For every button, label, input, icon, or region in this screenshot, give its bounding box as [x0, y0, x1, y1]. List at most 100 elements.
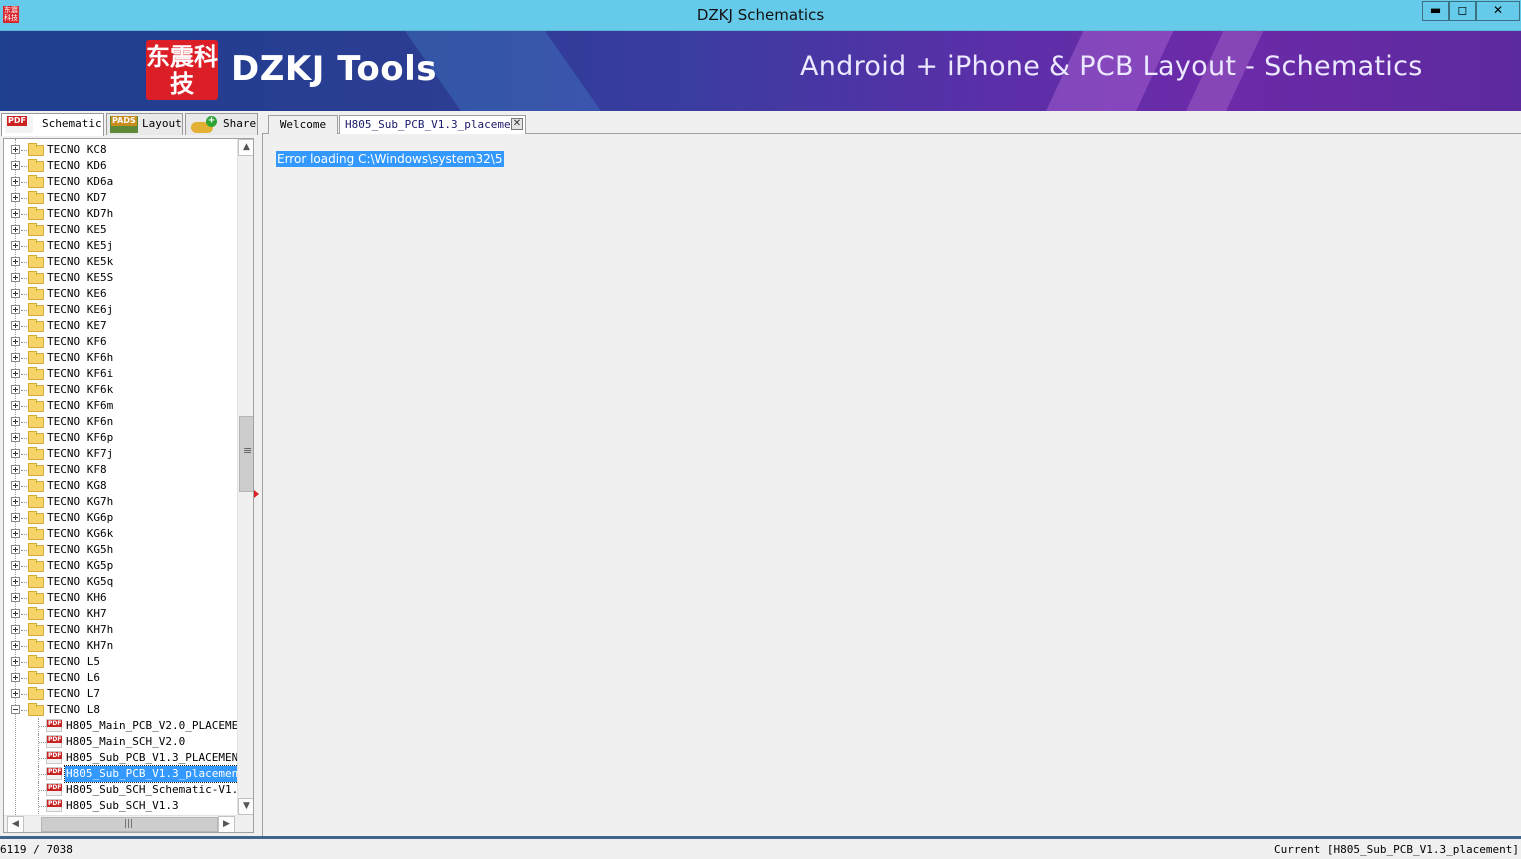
tree-folder-item[interactable]: TECNO KG8: [4, 478, 237, 494]
horizontal-scroll-thumb[interactable]: [41, 817, 218, 832]
tree-folder-item-expanded[interactable]: TECNO L8: [4, 702, 237, 718]
expand-plus-icon[interactable]: [11, 657, 20, 666]
expand-plus-icon[interactable]: [11, 513, 20, 522]
tree-file-item[interactable]: H805_Sub_PCB_V1.3_placement: [4, 765, 237, 783]
tree-folder-item[interactable]: TECNO L7: [4, 686, 237, 702]
tree-folder-item[interactable]: TECNO KE5: [4, 222, 237, 238]
tab-current-document[interactable]: H805_Sub_PCB_V1.3_placement ✕: [339, 115, 526, 135]
expand-plus-icon[interactable]: [11, 337, 20, 346]
expand-plus-icon[interactable]: [11, 577, 20, 586]
tree-folder-item[interactable]: TECNO KF6n: [4, 414, 237, 430]
tree-folder-item[interactable]: TECNO KE6: [4, 286, 237, 302]
tab-share[interactable]: + Share: [185, 113, 258, 135]
expand-plus-icon[interactable]: [11, 673, 20, 682]
tree-folder-item[interactable]: TECNO KG5q: [4, 574, 237, 590]
expand-plus-icon[interactable]: [11, 161, 20, 170]
tree-folder-item[interactable]: TECNO KD7: [4, 190, 237, 206]
expand-plus-icon[interactable]: [11, 625, 20, 634]
tree-folder-item[interactable]: TECNO KG5p: [4, 558, 237, 574]
expand-plus-icon[interactable]: [11, 193, 20, 202]
expand-plus-icon[interactable]: [11, 225, 20, 234]
expand-plus-icon[interactable]: [11, 449, 20, 458]
tree-folder-item[interactable]: TECNO KG6k: [4, 526, 237, 542]
expand-plus-icon[interactable]: [11, 369, 20, 378]
tree-folder-item[interactable]: TECNO KF6h: [4, 350, 237, 366]
tree-folder-item[interactable]: TECNO KD7h: [4, 206, 237, 222]
expand-plus-icon[interactable]: [11, 385, 20, 394]
expand-plus-icon[interactable]: [11, 561, 20, 570]
expand-plus-icon[interactable]: [11, 257, 20, 266]
expand-plus-icon[interactable]: [11, 481, 20, 490]
expand-plus-icon[interactable]: [11, 465, 20, 474]
scroll-left-button[interactable]: ◀: [7, 816, 24, 832]
expand-plus-icon[interactable]: [11, 177, 20, 186]
close-button[interactable]: ✕: [1476, 1, 1520, 21]
tree-folder-item[interactable]: TECNO KH7h: [4, 622, 237, 638]
tree-folder-item[interactable]: TECNO KF6p: [4, 430, 237, 446]
tree-folder-item[interactable]: TECNO KF6: [4, 334, 237, 350]
expand-plus-icon[interactable]: [11, 545, 20, 554]
expand-plus-icon[interactable]: [11, 209, 20, 218]
tree-guide-line: [21, 230, 27, 231]
tab-schematic[interactable]: Schematic: [1, 113, 104, 136]
expand-plus-icon[interactable]: [11, 145, 20, 154]
expand-plus-icon[interactable]: [11, 529, 20, 538]
tree-folder-item[interactable]: TECNO KF6m: [4, 398, 237, 414]
tree-folder-item[interactable]: TECNO L5: [4, 654, 237, 670]
tree-file-item[interactable]: H805_Sub_PCB_V1.3_PLACEMENT: [4, 750, 237, 766]
expand-plus-icon[interactable]: [11, 689, 20, 698]
expand-plus-icon[interactable]: [11, 401, 20, 410]
tree-file-item[interactable]: H805_Main_PCB_V2.0_PLACEMENT: [4, 718, 237, 734]
tree-folder-item[interactable]: TECNO KF6k: [4, 382, 237, 398]
tree-folder-item[interactable]: TECNO KG7h: [4, 494, 237, 510]
tab-welcome[interactable]: Welcome: [268, 115, 338, 134]
tree-folder-item[interactable]: TECNO KD6a: [4, 174, 237, 190]
tree-folder-item[interactable]: TECNO KG5h: [4, 542, 237, 558]
expand-plus-icon[interactable]: [11, 353, 20, 362]
expand-plus-icon[interactable]: [11, 497, 20, 506]
expand-plus-icon[interactable]: [11, 641, 20, 650]
expand-plus-icon[interactable]: [11, 241, 20, 250]
vertical-scrollbar[interactable]: ▲ ▼: [237, 139, 253, 815]
expand-plus-icon[interactable]: [11, 417, 20, 426]
minimize-button[interactable]: ▬: [1422, 1, 1449, 21]
expand-plus-icon[interactable]: [11, 433, 20, 442]
tree-folder-item[interactable]: TECNO L6: [4, 670, 237, 686]
tree-file-item[interactable]: H805_Sub_SCH_Schematic-V1.3: [4, 782, 237, 798]
horizontal-scrollbar[interactable]: ◀ ▶: [4, 815, 237, 832]
tree-file-item[interactable]: H805_Main_SCH_V2.0: [4, 734, 237, 750]
expand-plus-icon[interactable]: [11, 609, 20, 618]
tree-folder-item[interactable]: TECNO KH7: [4, 606, 237, 622]
tree-folder-item[interactable]: TECNO KE6j: [4, 302, 237, 318]
tree-folder-item[interactable]: TECNO KF6i: [4, 366, 237, 382]
tree-folder-item[interactable]: TECNO KG6p: [4, 510, 237, 526]
scroll-right-button[interactable]: ▶: [218, 816, 235, 832]
expand-plus-icon[interactable]: [11, 305, 20, 314]
tree-folder-item[interactable]: TECNO KC8: [4, 142, 237, 158]
close-tab-icon[interactable]: ✕: [511, 118, 523, 130]
vertical-scroll-thumb[interactable]: [239, 416, 253, 492]
tree-folder-item[interactable]: TECNO KE7: [4, 318, 237, 334]
file-tree[interactable]: TECNO KC8 TECNO KD6 TECNO KD6a TECNO KD7 TEC…: [4, 139, 237, 815]
tree-guide-line: [21, 294, 27, 295]
tree-folder-item[interactable]: TECNO KE5j: [4, 238, 237, 254]
tree-folder-item[interactable]: TECNO KH6: [4, 590, 237, 606]
tree-file-item[interactable]: H805_Sub_SCH_V1.3: [4, 798, 237, 814]
expand-plus-icon[interactable]: [11, 289, 20, 298]
expand-plus-icon[interactable]: [11, 321, 20, 330]
maximize-button[interactable]: ◻: [1449, 1, 1476, 21]
tab-layout[interactable]: Layout: [106, 113, 183, 135]
document-viewer[interactable]: Error loading C:\Windows\system32\5: [262, 134, 1521, 836]
expand-plus-icon[interactable]: [11, 273, 20, 282]
scroll-up-button[interactable]: ▲: [238, 139, 253, 156]
expand-plus-icon[interactable]: [11, 593, 20, 602]
tree-folder-item[interactable]: TECNO KD6: [4, 158, 237, 174]
collapse-panel-arrow-icon[interactable]: [254, 490, 259, 498]
collapse-minus-icon[interactable]: [11, 705, 20, 714]
scroll-down-button[interactable]: ▼: [238, 798, 253, 815]
tree-folder-item[interactable]: TECNO KF8: [4, 462, 237, 478]
tree-folder-item[interactable]: TECNO KF7j: [4, 446, 237, 462]
tree-folder-item[interactable]: TECNO KE5k: [4, 254, 237, 270]
tree-folder-item[interactable]: TECNO KE5S: [4, 270, 237, 286]
tree-folder-item[interactable]: TECNO KH7n: [4, 638, 237, 654]
